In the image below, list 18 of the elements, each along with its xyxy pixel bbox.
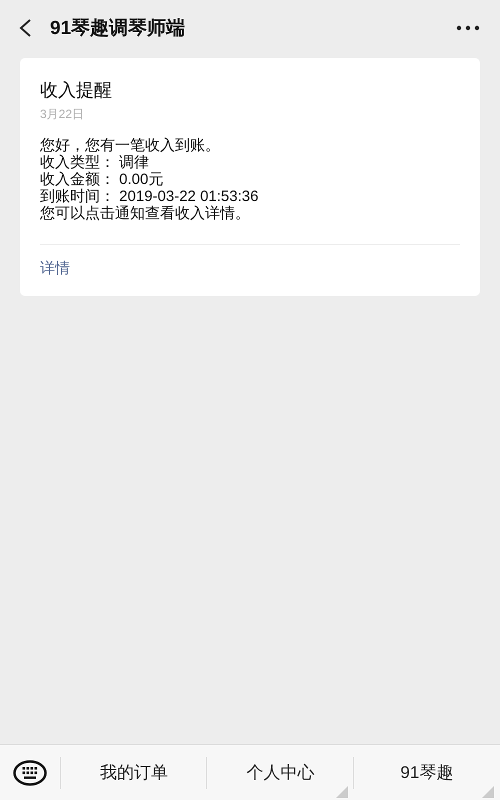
details-link[interactable]: 详情 xyxy=(40,259,70,278)
more-icon[interactable] xyxy=(456,25,480,31)
back-icon[interactable] xyxy=(18,18,32,38)
message-line: 您好，您有一笔收入到账。 xyxy=(40,137,221,154)
submenu-indicator-icon xyxy=(336,786,348,798)
menu-item[interactable]: 91琴趣 xyxy=(354,745,500,800)
message-line: 收入类型： 调律 xyxy=(40,154,150,171)
menu-item[interactable]: 我的订单 xyxy=(61,745,208,800)
card-title: 收入提醒 xyxy=(40,79,113,102)
card-date: 3月22日 xyxy=(40,106,86,123)
message-line: 收入金额： 0.00元 xyxy=(40,171,164,188)
message-line: 您可以点击通知查看收入详情。 xyxy=(40,205,251,222)
menu-item[interactable]: 个人中心 xyxy=(207,745,354,800)
message-card[interactable]: 收入提醒 3月22日 您好，您有一笔收入到账。 收入类型： 调律 收入金额： 0.00元 到账时间： 2019-03-22 01:53:36 您可以点击通知查看收入详情。 详情 xyxy=(20,58,480,296)
window-title: 91琴趣调琴师端 xyxy=(50,17,186,41)
message-line: 到账时间： 2019-03-22 01:53:36 xyxy=(40,188,260,205)
keyboard-icon[interactable] xyxy=(13,760,47,786)
submenu-indicator-icon xyxy=(482,786,494,798)
